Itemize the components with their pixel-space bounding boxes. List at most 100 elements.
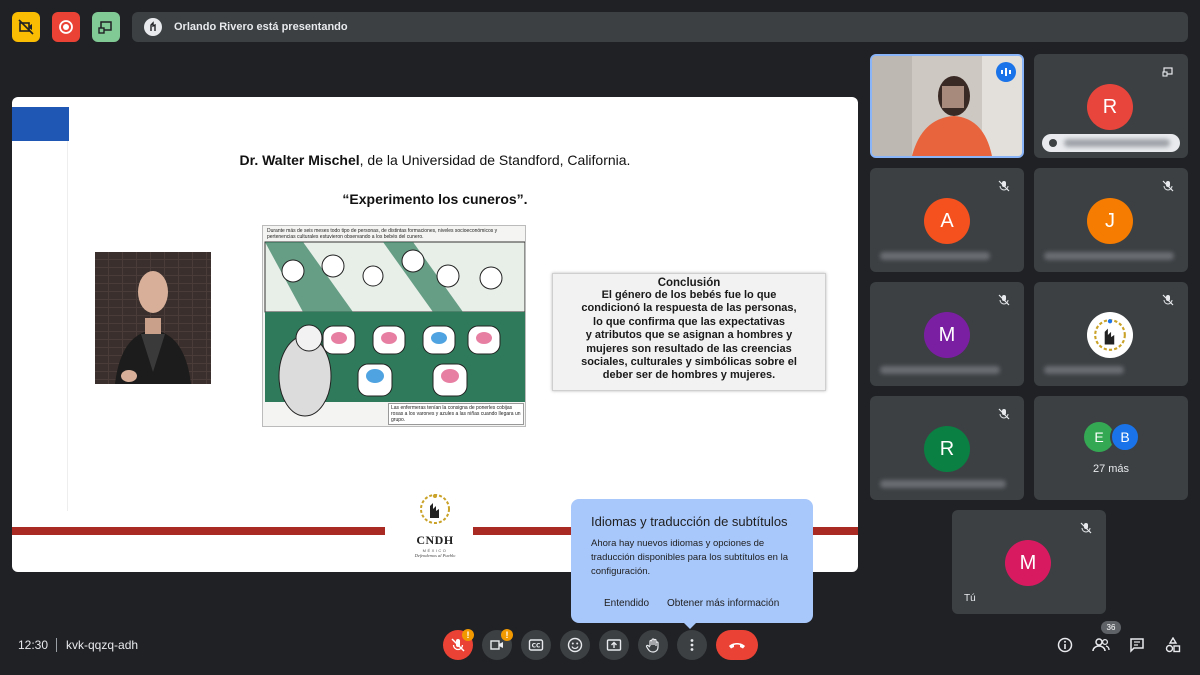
name-pill [1042, 134, 1180, 152]
avatar: R [924, 426, 970, 472]
tooltip-arrow [683, 622, 697, 629]
blurred-name [880, 252, 990, 260]
mic-off-icon [998, 180, 1010, 192]
hang-up-icon [729, 643, 745, 649]
present-device-icon [98, 21, 112, 34]
comic-caption-bottom: Las enfermeras tenían la consigna de pon… [388, 403, 524, 425]
mic-off-icon [1080, 522, 1092, 534]
conclusion-line: deber ser de hombres y mujeres. [602, 369, 776, 382]
blurred-name [1044, 366, 1124, 374]
record-icon [59, 20, 73, 34]
avatar: A [924, 198, 970, 244]
avatar: J [1087, 198, 1133, 244]
participant-tile-r1[interactable]: R [1034, 54, 1188, 158]
logo-tagline: Defendemos al Pueblo [414, 553, 456, 558]
audio-wave-icon [1001, 68, 1011, 76]
self-label: Tú [964, 593, 976, 604]
blurred-name [1064, 139, 1170, 147]
raise-hand-button[interactable] [638, 630, 668, 660]
slide-title: Dr. Walter Mischel, de la Universidad de… [12, 152, 858, 168]
conclusion-line: El género de los bebés fue lo que [601, 289, 777, 301]
meeting-code: kvk-qqzq-adh [66, 638, 139, 652]
logo-title: CNDH [416, 533, 454, 547]
conclusion-line: y atributos que se asignan a hombres y [585, 329, 793, 342]
cndh-emblem-icon [420, 494, 450, 524]
tooltip-title: Idiomas y traducción de subtítulos [591, 514, 788, 529]
cndh-logo: CNDH MÉXICO Defendemos al Pueblo [397, 490, 473, 562]
hand-icon [645, 638, 659, 653]
presenter-avatar [144, 18, 162, 36]
slide-blue-accent [12, 107, 69, 141]
portrait-image [95, 252, 211, 384]
meeting-time: 12:30 [18, 638, 49, 652]
pin-icon [1049, 139, 1057, 147]
more-vert-icon [690, 639, 694, 651]
avatar [1087, 312, 1133, 358]
info-icon [1057, 637, 1073, 653]
recording-button[interactable] [52, 12, 80, 42]
slide-title-rest: , de la Universidad de Standford, Califo… [359, 152, 631, 168]
presenter-logo-icon [150, 21, 156, 31]
people-button[interactable] [1092, 636, 1110, 654]
camera-warning-badge: ! [501, 629, 513, 641]
presenting-banner: Orlando Rivero está presentando [132, 12, 1188, 42]
cndh-emblem-icon [1094, 319, 1126, 351]
participant-count-badge: 36 [1101, 621, 1121, 634]
conclusion-heading: Conclusión [657, 277, 721, 289]
no-camera-button[interactable] [12, 12, 40, 42]
participant-tile-cndh[interactable] [1034, 282, 1188, 386]
presentation-button[interactable] [92, 12, 120, 42]
conclusion-box: Conclusión El género de los bebés fue lo… [552, 273, 826, 391]
tooltip-learn-more-button[interactable]: Obtener más información [667, 598, 779, 609]
avatar: R [1087, 84, 1133, 130]
mic-off-icon [998, 408, 1010, 420]
more-options-button[interactable] [677, 630, 707, 660]
conclusion-line: condicionó la respuesta de las personas, [581, 302, 797, 315]
tooltip-dismiss-button[interactable]: Entendido [604, 598, 649, 609]
participant-tile-m1[interactable]: M [870, 282, 1024, 386]
more-participants-tile[interactable]: E B 27 más [1034, 396, 1188, 500]
presenter-video-tile[interactable] [870, 54, 1024, 158]
captions-tooltip: Idiomas y traducción de subtítulos Ahora… [571, 499, 813, 623]
avatar: M [1005, 540, 1051, 586]
tooltip-body: Ahora hay nuevos idiomas y opciones de t… [591, 538, 788, 577]
conclusion-line: lo que confirma que las expectativas [593, 315, 785, 328]
blurred-name [1044, 252, 1174, 260]
mic-off-icon [998, 294, 1010, 306]
chat-icon [1130, 638, 1144, 653]
speaking-indicator [996, 62, 1016, 82]
participant-tile-a[interactable]: A [870, 168, 1024, 272]
mic-off-icon [1162, 294, 1174, 306]
slide-subtitle: “Experimento los cuneros”. [342, 191, 528, 207]
slide-bottom-stripe-left [12, 527, 385, 535]
presenting-text: Orlando Rivero está presentando [174, 21, 348, 33]
meeting-details-button[interactable] [1056, 636, 1074, 654]
participant-tile-j[interactable]: J [1034, 168, 1188, 272]
conclusion-line: sociales, culturales y simbólicas sobre … [581, 356, 797, 369]
participant-tile-r2[interactable]: R [870, 396, 1024, 500]
activities-button[interactable] [1164, 636, 1182, 654]
slide-title-bold: Dr. Walter Mischel [239, 152, 360, 168]
activities-icon [1165, 637, 1181, 653]
captions-button[interactable]: CC [521, 630, 551, 660]
comic-illustration: Durante más de seis meses todo tipo de p… [262, 225, 526, 427]
svg-text:CC: CC [532, 643, 541, 650]
mic-warning-badge: ! [462, 629, 474, 641]
mic-off-icon [1162, 180, 1174, 192]
more-count-label: 27 más [1092, 463, 1130, 475]
presenting-device-icon [1162, 67, 1173, 77]
present-screen-icon [606, 639, 622, 651]
blurred-name [880, 366, 1000, 374]
chat-button[interactable] [1128, 636, 1146, 654]
camera-off-icon [18, 19, 34, 35]
reactions-button[interactable] [560, 630, 590, 660]
leave-call-button[interactable] [716, 630, 758, 660]
avatar-b: B [1110, 422, 1140, 452]
closed-captions-icon: CC [528, 639, 544, 651]
avatar: M [924, 312, 970, 358]
conclusion-line: mujeres son resultado de las creencias [586, 342, 792, 355]
self-tile[interactable]: M Tú [952, 510, 1106, 614]
people-icon [1092, 638, 1110, 652]
bottom-separator [56, 638, 57, 652]
present-screen-button[interactable] [599, 630, 629, 660]
